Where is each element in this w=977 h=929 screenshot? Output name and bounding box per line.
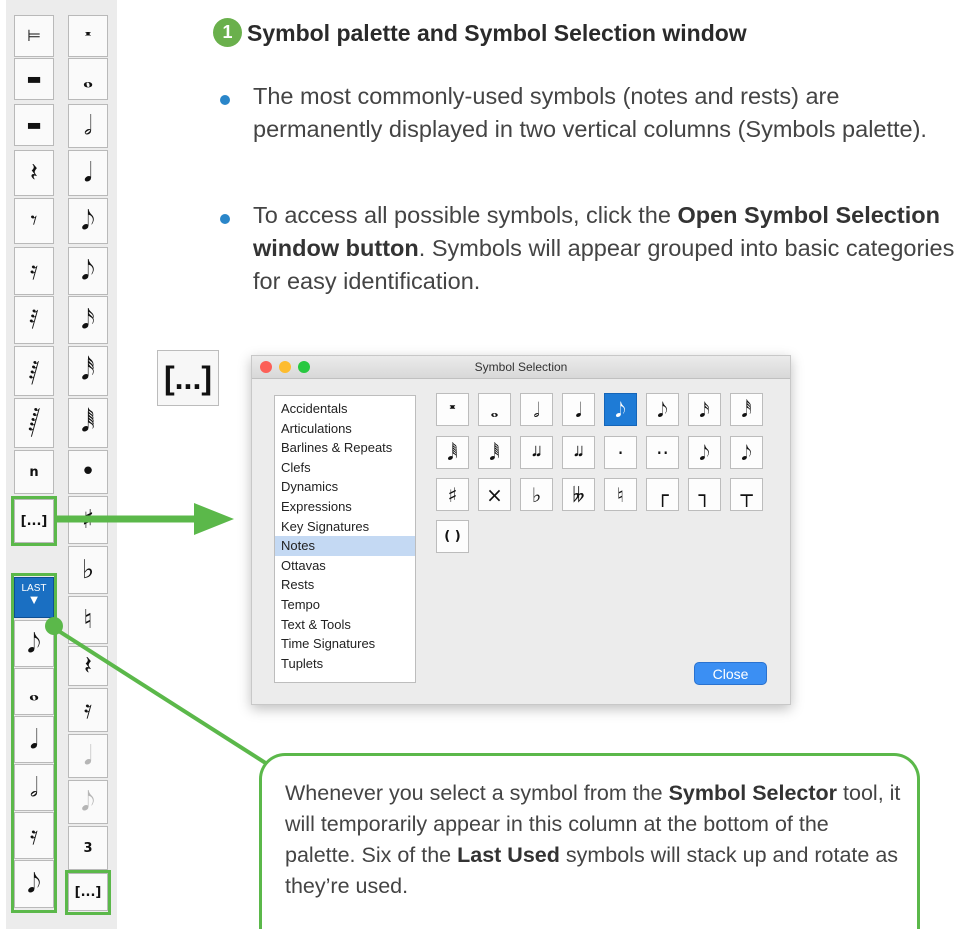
- symbol-button[interactable]: 𝅘𝅥𝅮: [688, 436, 721, 469]
- category-item[interactable]: Tempo: [275, 595, 415, 615]
- symbol-button[interactable]: 𝅘𝅥𝅯: [688, 393, 721, 426]
- zoom-window-icon[interactable]: [298, 361, 310, 373]
- symbol-button[interactable]: ♭: [520, 478, 553, 511]
- category-item[interactable]: Ottavas: [275, 556, 415, 576]
- category-item[interactable]: Barlines & Repeats: [275, 438, 415, 458]
- symbol-button-selected[interactable]: 𝅘𝅥𝅮: [604, 393, 637, 426]
- callout-text: Whenever you select a symbol from the Sy…: [285, 778, 905, 902]
- close-button[interactable]: Close: [694, 662, 767, 685]
- category-item[interactable]: Clefs: [275, 458, 415, 478]
- callout-bold: Last Used: [457, 843, 560, 867]
- symbol-button[interactable]: 𝅘𝅥: [562, 393, 595, 426]
- category-list[interactable]: Accidentals Articulations Barlines & Rep…: [274, 395, 416, 683]
- symbol-button[interactable]: 𝅘𝅥𝅘𝅥: [562, 436, 595, 469]
- symbol-button[interactable]: ♮: [604, 478, 637, 511]
- window-title: Symbol Selection: [474, 360, 568, 374]
- category-item[interactable]: Expressions: [275, 497, 415, 517]
- symbol-button[interactable]: 𝅘𝅥𝅮: [730, 436, 763, 469]
- category-item[interactable]: Time Signatures: [275, 634, 415, 654]
- category-item[interactable]: Articulations: [275, 419, 415, 439]
- symbol-button[interactable]: 𝅘𝅥𝅱: [436, 436, 469, 469]
- symbol-button[interactable]: 𝅘𝅥𝅘𝅥: [520, 436, 553, 469]
- minimize-window-icon[interactable]: [279, 361, 291, 373]
- symbol-button[interactable]: ·: [604, 436, 637, 469]
- category-item-selected[interactable]: Notes: [275, 536, 415, 556]
- category-item[interactable]: Tuplets: [275, 654, 415, 674]
- callout-text-part: Whenever you select a symbol from the: [285, 781, 669, 805]
- symbol-button[interactable]: 𝅘𝅥𝅰: [730, 393, 763, 426]
- symbol-button[interactable]: ··: [646, 436, 679, 469]
- symbol-button[interactable]: ( ): [436, 520, 469, 553]
- category-item[interactable]: Accidentals: [275, 399, 415, 419]
- category-item[interactable]: Dynamics: [275, 477, 415, 497]
- category-item[interactable]: Key Signatures: [275, 517, 415, 537]
- symbol-button[interactable]: 𝄫: [562, 478, 595, 511]
- callout-bold: Symbol Selector: [668, 781, 838, 805]
- symbol-button[interactable]: 𝅗𝅥: [520, 393, 553, 426]
- symbol-button[interactable]: ┬: [730, 478, 763, 511]
- symbol-button[interactable]: 𝅘𝅥𝅱: [478, 436, 511, 469]
- symbol-button[interactable]: ┌: [646, 478, 679, 511]
- symbol-selection-window: Symbol Selection Accidentals Articulatio…: [251, 355, 791, 705]
- symbol-button[interactable]: ♯: [436, 478, 469, 511]
- symbol-button[interactable]: 𝄺: [436, 393, 469, 426]
- window-titlebar: Symbol Selection: [252, 356, 790, 379]
- close-window-icon[interactable]: [260, 361, 272, 373]
- symbol-button[interactable]: 𝅝: [478, 393, 511, 426]
- symbol-button[interactable]: ×: [478, 478, 511, 511]
- symbol-button[interactable]: 𝅘𝅥𝅮: [646, 393, 679, 426]
- category-item[interactable]: Rests: [275, 575, 415, 595]
- symbol-button[interactable]: ┐: [688, 478, 721, 511]
- category-item[interactable]: Text & Tools: [275, 615, 415, 635]
